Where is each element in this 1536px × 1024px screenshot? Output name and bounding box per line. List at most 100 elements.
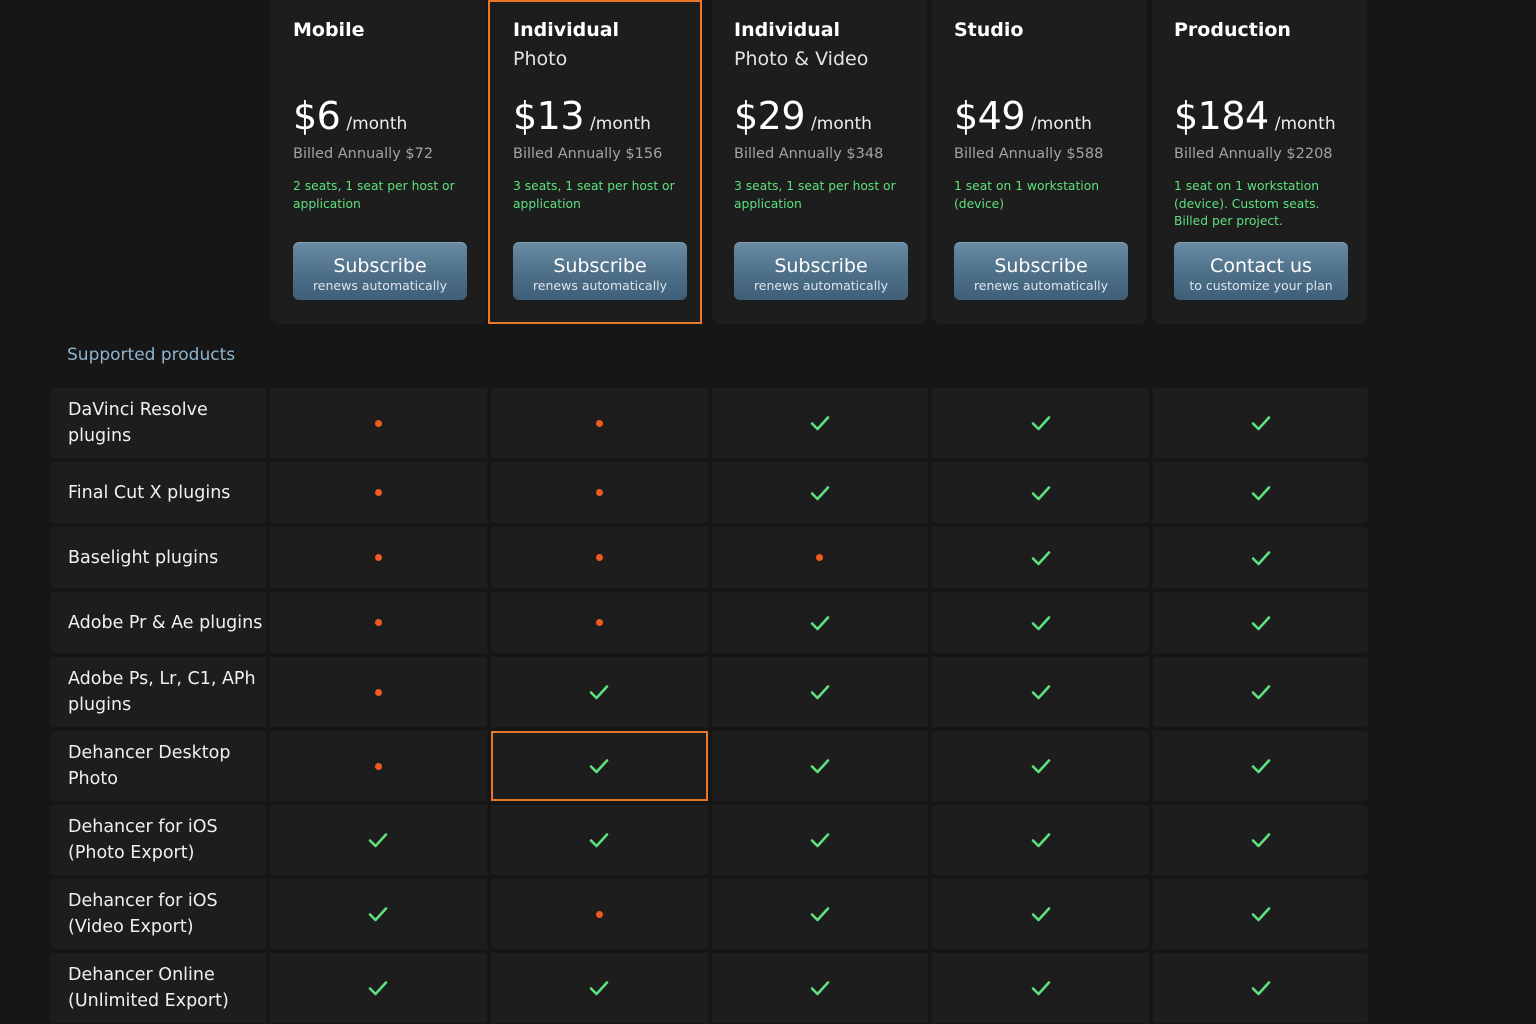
check-icon — [368, 833, 388, 848]
plan-subtitle — [954, 44, 1127, 74]
billed-annually: Billed Annually $2208 — [1174, 146, 1333, 162]
table-row: Adobe Ps, Lr, C1, APh plugins — [50, 657, 1368, 727]
price-amount: $13 — [513, 94, 585, 138]
check-icon — [810, 485, 830, 500]
check-icon — [1031, 981, 1051, 996]
support-cell — [269, 592, 487, 653]
support-cell — [490, 731, 708, 801]
plan-name: Production — [1174, 19, 1291, 41]
support-cell — [1153, 388, 1368, 458]
support-cell — [932, 953, 1150, 1023]
price-period: /month — [1031, 114, 1092, 134]
support-cell — [711, 731, 929, 801]
support-cell — [1153, 805, 1368, 875]
support-cell — [490, 592, 708, 653]
comparison-table: DaVinci Resolve plugins Final Cut X plug… — [50, 388, 1368, 1024]
product-name: Dehancer for iOS (Video Export) — [50, 879, 266, 949]
button-sublabel: renews automatically — [973, 277, 1109, 293]
support-cell — [490, 462, 708, 523]
plan-card-studio: Studio $49 /month Billed Annually $588 1… — [932, 0, 1147, 324]
seats-info: 3 seats, 1 seat per host or application — [513, 179, 675, 211]
seats-info: 1 seat on 1 workstation (device). Custom… — [1174, 179, 1320, 228]
plan-name: Studio — [954, 19, 1024, 41]
product-name-text: Adobe Ps, Lr, C1, APh plugins — [68, 669, 256, 715]
check-icon — [810, 416, 830, 431]
support-cell — [711, 657, 929, 727]
dot-icon — [595, 910, 603, 918]
button-label: Subscribe — [774, 254, 868, 277]
check-icon — [1031, 907, 1051, 922]
support-cell — [711, 953, 929, 1023]
support-cell — [1153, 879, 1368, 949]
check-icon — [1031, 615, 1051, 630]
seats-info: 3 seats, 1 seat per host or application — [734, 179, 896, 211]
dot-icon — [595, 419, 603, 427]
product-name: Dehancer Desktop Photo — [50, 731, 266, 801]
support-cell — [269, 879, 487, 949]
check-icon — [589, 833, 609, 848]
dot-icon — [374, 688, 382, 696]
check-icon — [1031, 550, 1051, 565]
subscribe-button[interactable]: Subscribe renews automatically — [954, 242, 1128, 300]
subscribe-button[interactable]: Subscribe renews automatically — [734, 242, 908, 300]
price-period: /month — [346, 114, 408, 134]
billed-annually: Billed Annually $348 — [734, 146, 884, 162]
table-row: Dehancer Desktop Photo — [50, 731, 1368, 801]
dot-icon — [374, 489, 382, 496]
check-icon — [1251, 550, 1270, 565]
button-label: Subscribe — [333, 254, 427, 277]
support-cell — [711, 388, 929, 458]
table-row: Dehancer Online (Unlimited Export) — [50, 953, 1368, 1023]
check-icon — [589, 759, 609, 774]
check-icon — [810, 685, 830, 700]
dot-icon — [595, 554, 603, 561]
product-name-text: DaVinci Resolve plugins — [68, 400, 208, 446]
check-icon — [810, 615, 830, 630]
support-cell — [932, 731, 1150, 801]
check-icon — [1031, 685, 1051, 700]
check-icon — [1251, 615, 1270, 630]
check-icon — [1251, 685, 1270, 700]
billed-annually: Billed Annually $588 — [954, 146, 1104, 162]
dot-icon — [374, 419, 382, 427]
table-row: Dehancer for iOS (Video Export) — [50, 879, 1368, 949]
product-name-text: Baselight plugins — [68, 547, 219, 568]
product-name: Baselight plugins — [50, 527, 266, 588]
check-icon — [589, 981, 609, 996]
check-icon — [810, 833, 830, 848]
product-name-text: Dehancer Desktop Photo — [68, 743, 231, 789]
plan-card-production: Production $184 /month Billed Annually $… — [1152, 0, 1367, 324]
support-cell — [932, 527, 1150, 588]
support-cell — [490, 953, 708, 1023]
billed-annually: Billed Annually $72 — [293, 146, 434, 162]
plan-card-individual-photo: Individual Photo $13 /month Billed Annua… — [488, 0, 702, 324]
check-icon — [1251, 759, 1270, 774]
subscribe-button[interactable]: Subscribe renews automatically — [513, 242, 687, 300]
support-cell — [269, 462, 487, 523]
product-name-text: Dehancer for iOS (Photo Export) — [68, 817, 218, 863]
plan-card-mobile: Mobile $6 /month Billed Annually $72 2 s… — [271, 0, 486, 324]
table-row: Adobe Pr & Ae plugins — [50, 592, 1368, 653]
check-icon — [1031, 759, 1051, 774]
support-cell — [269, 388, 487, 458]
support-cell — [490, 527, 708, 588]
product-name-text: Final Cut X plugins — [68, 482, 231, 503]
subscribe-button[interactable]: Subscribe renews automatically — [293, 242, 467, 300]
button-sublabel: to customize your plan — [1189, 277, 1333, 293]
check-icon — [810, 759, 830, 774]
contact-us-button[interactable]: Contact us to customize your plan — [1174, 242, 1348, 300]
support-cell — [711, 527, 929, 588]
dot-icon — [374, 554, 382, 561]
dot-icon — [374, 619, 382, 626]
check-icon — [1251, 907, 1270, 922]
dot-icon — [816, 554, 824, 561]
support-cell — [711, 805, 929, 875]
plan-name: Individual — [734, 19, 841, 41]
price-amount: $49 — [954, 94, 1026, 138]
price-amount: $29 — [734, 94, 806, 138]
check-icon — [368, 907, 388, 922]
plan-card-individual-photo-video: Individual Photo & Video $29 /month Bill… — [712, 0, 927, 324]
table-row: Baselight plugins — [50, 527, 1368, 588]
table-row: DaVinci Resolve plugins — [50, 388, 1368, 458]
support-cell — [932, 879, 1150, 949]
